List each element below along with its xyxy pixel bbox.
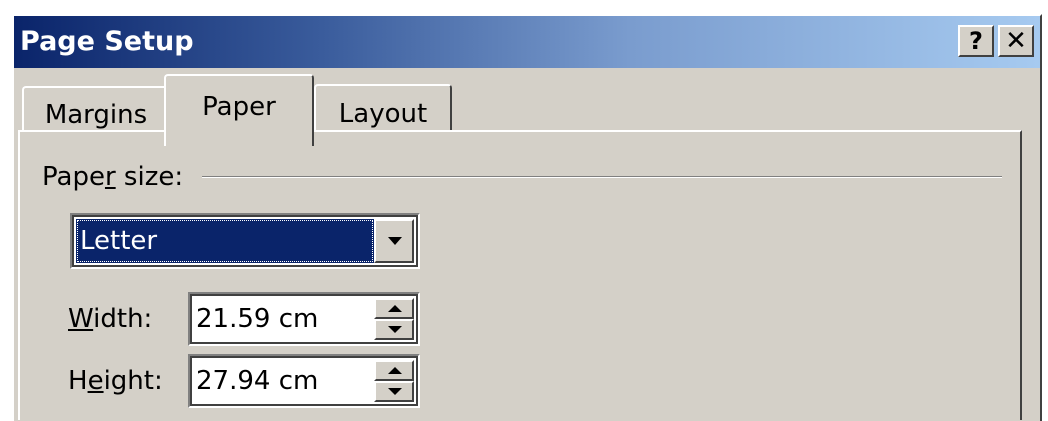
section-divider bbox=[202, 176, 1002, 178]
height-label: Height: bbox=[68, 366, 163, 396]
arrow-down-icon bbox=[388, 326, 402, 333]
height-spin-buttons bbox=[374, 360, 414, 402]
arrow-up-icon bbox=[388, 367, 402, 374]
paper-tab-panel: Paper size: Letter Width: 21.59 cm Heigh… bbox=[18, 130, 1022, 420]
tab-paper[interactable]: Paper bbox=[164, 74, 314, 146]
tab-margins-label: Margins bbox=[44, 100, 148, 130]
width-increment-button[interactable] bbox=[374, 298, 414, 319]
paper-size-dropdown-button[interactable] bbox=[374, 219, 414, 263]
close-button[interactable]: ✕ bbox=[998, 25, 1034, 57]
chevron-down-icon bbox=[388, 237, 402, 245]
dialog-title: Page Setup bbox=[20, 26, 194, 57]
paper-size-label: Paper size: bbox=[42, 162, 184, 192]
tab-paper-label: Paper bbox=[202, 92, 276, 122]
height-spinner[interactable]: 27.94 cm bbox=[188, 354, 420, 408]
width-spinner[interactable]: 21.59 cm bbox=[188, 292, 420, 346]
width-value: 21.59 cm bbox=[196, 304, 319, 334]
tab-layout-label: Layout bbox=[338, 99, 428, 129]
height-decrement-button[interactable] bbox=[374, 381, 414, 402]
width-spin-buttons bbox=[374, 298, 414, 340]
arrow-down-icon bbox=[388, 388, 402, 395]
title-bar[interactable]: Page Setup ? ✕ bbox=[14, 16, 1040, 68]
arrow-up-icon bbox=[388, 305, 402, 312]
paper-size-select[interactable]: Letter bbox=[70, 213, 420, 269]
height-value: 27.94 cm bbox=[196, 366, 319, 396]
width-decrement-button[interactable] bbox=[374, 319, 414, 340]
height-increment-button[interactable] bbox=[374, 360, 414, 381]
help-icon: ? bbox=[969, 27, 983, 55]
help-button[interactable]: ? bbox=[958, 25, 994, 57]
paper-size-value: Letter bbox=[76, 219, 374, 263]
width-label: Width: bbox=[68, 304, 153, 334]
close-icon: ✕ bbox=[1005, 26, 1027, 56]
